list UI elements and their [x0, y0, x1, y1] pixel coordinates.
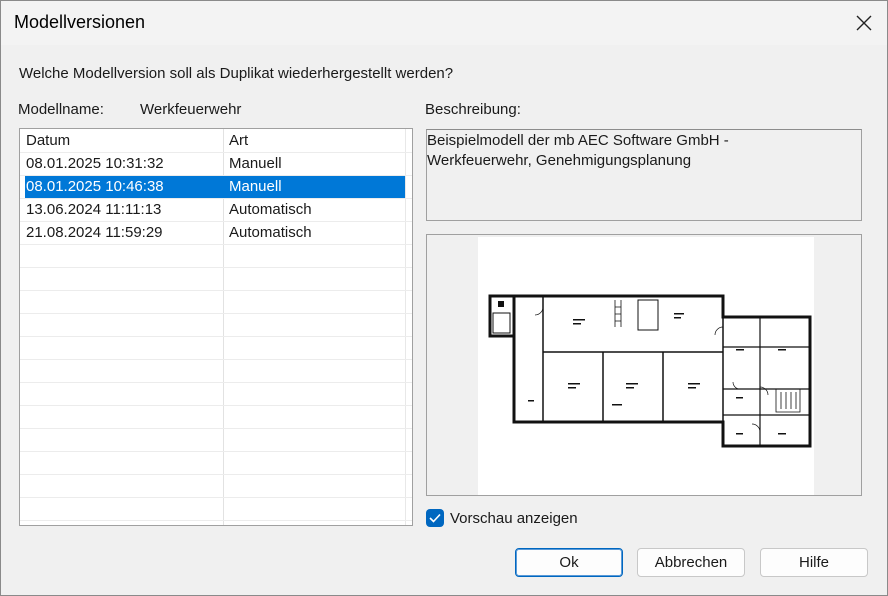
row-date: 21.08.2024 11:59:29 — [26, 224, 163, 241]
row-date: 08.01.2025 10:31:32 — [26, 155, 164, 172]
description-line-1: Beispielmodell der mb AEC Software GmbH … — [427, 132, 729, 149]
row-date: 08.01.2025 10:46:38 — [26, 178, 164, 195]
prompt-text: Welche Modellversion soll als Duplikat w… — [19, 65, 454, 82]
table-row[interactable]: 08.01.2025 10:31:32 Manuell — [20, 152, 412, 175]
list-header: Datum Art — [20, 129, 412, 152]
versions-list[interactable]: Datum Art 08.01.2025 10:31:32 Manuell 08… — [19, 128, 413, 526]
table-row[interactable]: 21.08.2024 11:59:29 Automatisch — [20, 221, 412, 244]
description-box: Beispielmodell der mb AEC Software GmbH … — [426, 129, 862, 221]
column-header-date[interactable]: Datum — [26, 132, 70, 149]
checkmark-icon — [429, 513, 441, 523]
close-button[interactable] — [841, 1, 887, 45]
dialog-title: Modellversionen — [14, 12, 146, 32]
table-row-selected[interactable]: 08.01.2025 10:46:38 Manuell — [20, 175, 412, 198]
ok-button[interactable]: Ok — [515, 548, 623, 577]
description-label: Beschreibung: — [425, 101, 521, 118]
cancel-button[interactable]: Abbrechen — [637, 548, 745, 577]
close-icon — [856, 15, 872, 31]
preview-checkbox-row[interactable]: Vorschau anzeigen — [426, 509, 578, 527]
description-line-2: Werkfeuerwehr, Genehmigungsplanung — [427, 152, 692, 169]
preview-panel — [426, 234, 862, 496]
model-versions-dialog: Modellversionen Welche Modellversion sol… — [0, 0, 888, 596]
preview-checkbox[interactable] — [426, 509, 444, 527]
preview-checkbox-label: Vorschau anzeigen — [450, 509, 578, 527]
row-type: Automatisch — [229, 201, 312, 218]
table-row[interactable]: 13.06.2024 11:11:13 Automatisch — [20, 198, 412, 221]
modelname-label: Modellname: — [18, 101, 104, 118]
floor-plan-preview — [478, 237, 814, 495]
column-header-type[interactable]: Art — [229, 132, 248, 149]
row-type: Manuell — [229, 155, 282, 172]
row-type: Automatisch — [229, 224, 312, 241]
floor-plan-image — [488, 294, 812, 448]
title-bar: Modellversionen — [1, 1, 887, 45]
row-date: 13.06.2024 11:11:13 — [26, 201, 162, 218]
row-type: Manuell — [229, 178, 282, 195]
help-button[interactable]: Hilfe — [760, 548, 868, 577]
modelname-value: Werkfeuerwehr — [140, 101, 242, 118]
